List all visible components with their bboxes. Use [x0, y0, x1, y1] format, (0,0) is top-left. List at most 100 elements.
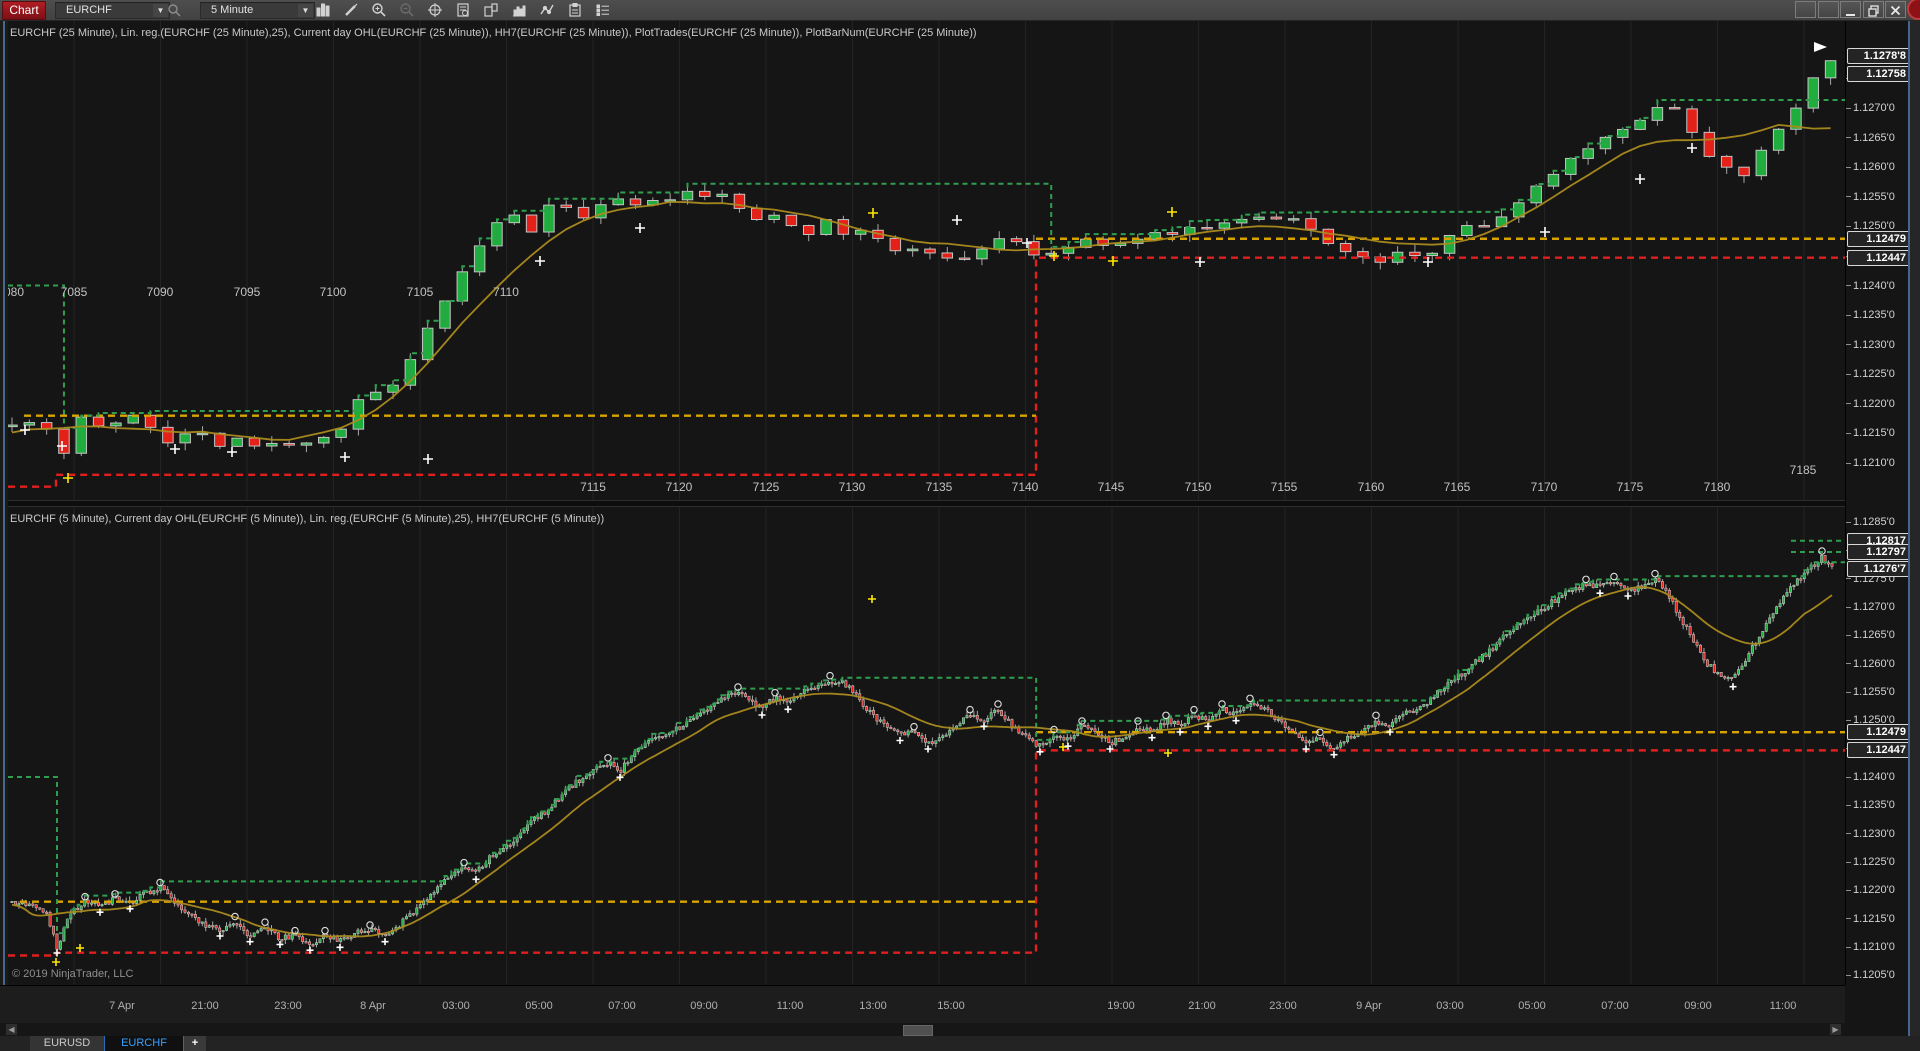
time-tick: 11:00: [1769, 1000, 1797, 1012]
instrument-selector[interactable]: EURCHF ▼: [55, 2, 170, 19]
bar-number-label: 7090: [147, 285, 174, 299]
price-tick: 1.1225'0: [1846, 856, 1908, 868]
trade-marker-plus: [758, 711, 766, 719]
scroll-right-icon[interactable]: ▶: [1830, 1024, 1841, 1035]
time-tick: 11:00: [776, 1000, 804, 1012]
bottom-chart-group: [8, 539, 1845, 966]
bar-number-label: 7135: [926, 480, 953, 494]
crosshair-icon[interactable]: [424, 2, 446, 18]
trade-marker-plus: [1540, 227, 1550, 237]
trade-marker-plus: [170, 444, 180, 454]
time-tick: 13:00: [859, 1000, 887, 1012]
titlebar-button[interactable]: [1795, 1, 1816, 18]
polyline-tool-icon[interactable]: [536, 2, 558, 18]
scroll-left-icon[interactable]: ◀: [6, 1024, 17, 1035]
time-tick: 15:00: [937, 1000, 965, 1012]
trade-marker-plus: [1064, 742, 1072, 750]
trade-marker-plus: [1635, 174, 1645, 184]
bar-number-label: 7145: [1098, 480, 1125, 494]
indicator-price-box: 1.12479: [1847, 724, 1910, 741]
bottom-panel-label: EURCHF (5 Minute), Current day OHL(EURCH…: [10, 513, 605, 525]
time-tick: 03:00: [1436, 1000, 1464, 1012]
instrument-search-icon[interactable]: [163, 2, 185, 18]
scrollbar-thumb[interactable]: [903, 1025, 933, 1036]
window-layout-icon[interactable]: [480, 2, 502, 18]
close-button[interactable]: [1885, 1, 1906, 18]
bar-number-label: 7165: [1444, 480, 1471, 494]
trade-marker-plus: [76, 944, 84, 952]
time-axis[interactable]: 7 Apr 21:00 23:00 8 Apr 03:00 05:00 07:00 09:00…: [0, 985, 1845, 1024]
chart-canvas[interactable]: 080 7085 7090 7095 7100 7105 71107115 7120 7125 7…: [0, 0, 1845, 1051]
price-tick: 1.1210'0: [1846, 941, 1908, 953]
trade-marker-circle: [1651, 569, 1659, 578]
indicator-price-box: 1.12758: [1847, 65, 1910, 82]
interval-selector[interactable]: 5 Minute ▼: [200, 2, 315, 19]
trade-marker-circle: [826, 671, 834, 680]
zoom-out-icon[interactable]: [396, 2, 418, 18]
chart-style-icon[interactable]: [312, 2, 334, 18]
price-tick: 1.1230'0: [1846, 339, 1908, 351]
price-tick: 1.1215'0: [1846, 427, 1908, 439]
bar-number-label: 7170: [1531, 480, 1558, 494]
titlebar-button[interactable]: [1817, 1, 1839, 18]
trade-marker-plus: [336, 943, 344, 951]
top-chart-group: 080 7085 7090 7095 7100 7105 71107115 7120 7125 7…: [4, 42, 1845, 494]
instrument-value: EURCHF: [66, 4, 112, 16]
tab-eurchf[interactable]: EURCHF: [104, 1036, 184, 1051]
price-tick: 1.1235'0: [1846, 799, 1908, 811]
time-tick: 07:00: [1601, 1000, 1629, 1012]
trade-marker-plus: [784, 705, 792, 713]
trade-marker-plus: [980, 722, 988, 730]
price-axis[interactable]: 1.1275'01.1270'01.1265'01.1260'01.1255'0…: [1845, 20, 1910, 985]
minimize-button[interactable]: [1840, 1, 1861, 18]
trade-marker-plus: [381, 938, 389, 946]
data-histogram-icon[interactable]: [508, 2, 530, 18]
trade-marker-plus: [53, 949, 61, 957]
time-tick: 07:00: [608, 1000, 636, 1012]
price-tick: 1.1270'0: [1846, 601, 1908, 613]
bar-number-label: 7120: [666, 480, 693, 494]
trade-marker-plus: [1148, 734, 1156, 742]
drawing-tools-icon[interactable]: [340, 2, 362, 18]
indicator-price-box: 1.12479: [1847, 230, 1910, 247]
tab-eurusd[interactable]: EURUSD: [30, 1036, 104, 1051]
indicator-price-box: 1.12447: [1847, 249, 1910, 266]
indicator-price-box: 1.12447: [1847, 742, 1910, 759]
chevron-down-icon[interactable]: ▼: [298, 4, 313, 17]
time-tick: 23:00: [274, 1000, 302, 1012]
zoom-in-icon[interactable]: [368, 2, 390, 18]
trade-marker-circle: [1582, 575, 1590, 584]
trade-marker-plus: [535, 256, 545, 266]
price-tick: 1.1240'0: [1846, 771, 1908, 783]
go-to-latest-icon: [1814, 42, 1827, 52]
trade-marker-plus: [896, 737, 904, 744]
time-tick: 7 Apr: [109, 1000, 135, 1012]
chart-report-icon[interactable]: [452, 2, 474, 18]
toolbar: Chart EURCHF ▼ 5 Minute ▼: [0, 0, 1920, 21]
trade-marker-circle: [734, 683, 742, 691]
horizontal-scrollbar[interactable]: ◀ ▶: [0, 1023, 1845, 1036]
bar-number-label: 7125: [753, 480, 780, 494]
bar-number-label: 7085: [61, 285, 88, 299]
chart-window-button[interactable]: Chart: [2, 1, 46, 20]
price-tick: 1.1205'0: [1846, 969, 1908, 981]
price-tick: 1.1230'0: [1846, 828, 1908, 840]
price-tick: 1.1255'0: [1846, 191, 1908, 203]
panel-splitter[interactable]: [0, 500, 1908, 507]
time-tick: 05:00: [525, 1000, 553, 1012]
clipboard-chart-icon[interactable]: [564, 2, 586, 18]
add-tab-button[interactable]: +: [184, 1036, 206, 1051]
bar-number-label: 7185: [1790, 463, 1817, 477]
last-price-box: 1.1278'8: [1847, 47, 1910, 64]
list-view-icon[interactable]: [592, 2, 614, 18]
price-tick: 1.1235'0: [1846, 309, 1908, 321]
time-tick: 23:00: [1269, 1000, 1297, 1012]
trade-marker-plus: [423, 454, 433, 464]
trade-marker-plus: [1729, 683, 1737, 691]
bar-number-label: 7180: [1704, 480, 1731, 494]
background-window-peek: [1907, 0, 1920, 20]
restore-button[interactable]: [1862, 1, 1884, 18]
price-tick: 1.1255'0: [1846, 686, 1908, 698]
time-tick: 21:00: [1188, 1000, 1216, 1012]
trade-marker-plus: [216, 932, 224, 940]
